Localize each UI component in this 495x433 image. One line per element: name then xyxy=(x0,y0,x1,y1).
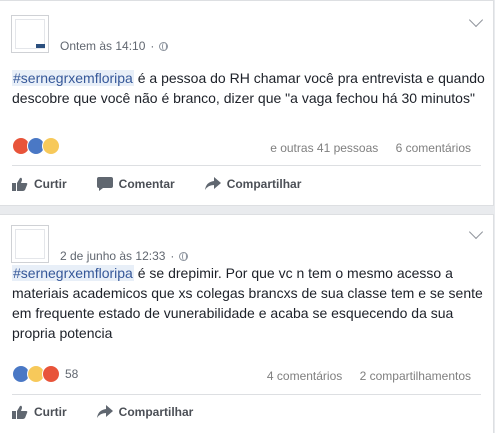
reaction-summary[interactable]: 58 xyxy=(12,365,78,383)
post-text: #sernegrxemfloripa é se drepimir. Por qu… xyxy=(12,263,486,343)
avatar[interactable] xyxy=(11,225,49,263)
post-card: Ontem às 14:10 · #sernegrxemfloripa é a … xyxy=(0,0,494,206)
globe-icon[interactable] xyxy=(159,41,169,51)
shares-count[interactable]: 2 compartilhamentos xyxy=(360,369,471,383)
action-bar: Curtir Compartilhar xyxy=(12,405,223,419)
thumbs-up-icon xyxy=(12,405,28,419)
like-button[interactable]: Curtir xyxy=(12,177,67,191)
comments-count[interactable]: 6 comentários xyxy=(396,141,471,155)
sad-icon xyxy=(42,137,60,155)
avatar[interactable] xyxy=(11,15,49,53)
hashtag-link[interactable]: #sernegrxemfloripa xyxy=(12,70,134,86)
post-stats: e outras 41 pessoas 6 comentários xyxy=(270,141,471,155)
angry-icon xyxy=(42,365,60,383)
reactions-others[interactable]: e outras 41 pessoas xyxy=(270,141,378,155)
reaction-summary[interactable] xyxy=(12,137,60,155)
comment-label: Comentar xyxy=(118,177,175,191)
like-label: Curtir xyxy=(34,177,67,191)
comment-button[interactable]: Comentar xyxy=(96,177,175,191)
post-stats: 4 comentários 2 compartilhamentos xyxy=(267,369,471,383)
like-button[interactable]: Curtir xyxy=(12,405,67,419)
post-text: #sernegrxemfloripa é a pessoa do RH cham… xyxy=(12,68,486,108)
chevron-down-icon[interactable] xyxy=(468,12,484,28)
thumbs-up-icon xyxy=(12,177,28,191)
post-card: 2 de junho às 12:33 · #sernegrxemfloripa… xyxy=(0,214,494,433)
like-label: Curtir xyxy=(34,405,67,419)
avatar-frame xyxy=(15,229,45,259)
post-meta: Ontem às 14:10 · xyxy=(60,39,169,53)
globe-icon[interactable] xyxy=(179,251,189,261)
meta-separator: · xyxy=(170,249,175,263)
post-timestamp[interactable]: Ontem às 14:10 xyxy=(60,39,145,53)
comment-icon xyxy=(96,177,113,191)
meta-separator: · xyxy=(150,39,155,53)
share-button[interactable]: Compartilhar xyxy=(96,405,194,419)
hashtag-link[interactable]: #sernegrxemfloripa xyxy=(12,265,134,281)
divider xyxy=(12,165,481,166)
post-meta: 2 de junho às 12:33 · xyxy=(60,249,189,263)
share-label: Compartilhar xyxy=(226,177,302,191)
divider xyxy=(12,394,481,395)
comments-count[interactable]: 4 comentários xyxy=(267,369,342,383)
chevron-down-icon[interactable] xyxy=(468,224,484,240)
reaction-count[interactable]: 58 xyxy=(65,367,78,381)
share-button[interactable]: Compartilhar xyxy=(204,177,302,191)
share-label: Compartilhar xyxy=(118,405,194,419)
avatar-mark xyxy=(36,44,45,48)
action-bar: Curtir Comentar Compartilhar xyxy=(12,177,331,191)
post-timestamp[interactable]: 2 de junho às 12:33 xyxy=(60,249,165,263)
share-icon xyxy=(204,177,221,190)
share-icon xyxy=(96,405,113,418)
